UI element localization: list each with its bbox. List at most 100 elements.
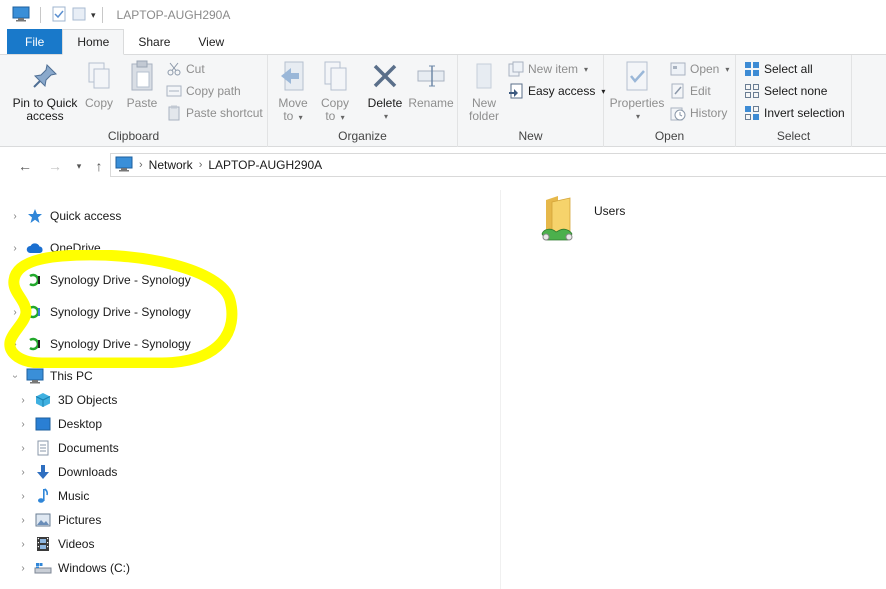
expand-chevron-icon[interactable]: › [18,419,28,430]
nav-item-3d-objects[interactable]: › 3D Objects [18,390,117,410]
new-item-label: New item [528,62,579,76]
breadcrumb-chevron-icon[interactable]: › [139,159,143,171]
copy-path-button[interactable]: Copy path [166,81,241,101]
expand-chevron-icon[interactable]: › [18,443,28,454]
tab-file[interactable]: File [7,29,63,54]
nav-label: Windows (C:) [58,561,131,575]
edit-button[interactable]: Edit [670,81,711,101]
cube-icon [34,392,52,408]
nav-item-pictures[interactable]: › Pictures [18,510,101,530]
new-item-button[interactable]: New item ▾ [508,59,588,79]
paste-button[interactable]: Paste [124,59,160,110]
nav-item-onedrive[interactable]: › OneDrive [10,238,101,258]
copy-button[interactable]: Copy [82,59,116,110]
forward-arrow-icon[interactable]: → [44,155,66,177]
ribbon-tabs: File Home Share View [0,29,886,55]
select-all-button[interactable]: Select all [744,59,813,79]
properties-icon[interactable] [51,6,67,25]
easy-access-icon [508,83,524,99]
expand-chevron-icon[interactable]: › [10,275,20,286]
expand-chevron-icon[interactable]: › [10,307,20,318]
invert-selection-button[interactable]: Invert selection [744,103,845,123]
copy-to-icon [319,59,351,93]
easy-access-button[interactable]: Easy access ▾ [508,81,605,101]
nav-item-documents[interactable]: › Documents [18,438,119,458]
tab-view[interactable]: View [184,29,238,54]
new-item-icon [508,61,524,77]
up-arrow-icon[interactable]: ↑ [88,155,110,177]
breadcrumb-network[interactable]: Network [149,158,193,172]
expand-chevron-icon[interactable]: › [18,467,28,478]
nav-label: Pictures [58,513,102,527]
expand-chevron-icon[interactable]: › [18,563,28,574]
delete-dropdown-icon[interactable]: ▾ [384,110,388,123]
paste-label: Paste [126,96,158,110]
nav-item-synology-drive-3[interactable]: › Synology Drive - Synology [10,334,191,354]
open-button[interactable]: Open ▾ [670,59,729,79]
select-group: Select all Select none Invert selection … [736,55,852,147]
copy-to-button[interactable]: Copy to ▾ [318,59,352,124]
pin-label-line2: access [26,109,64,123]
breadcrumb-chevron-icon[interactable]: › [199,159,203,171]
tab-home[interactable]: Home [62,29,125,55]
nav-label: 3D Objects [58,393,118,407]
expand-chevron-icon[interactable]: › [18,491,28,502]
nav-label: Synology Drive - Synology [50,337,191,351]
select-none-button[interactable]: Select none [744,81,827,101]
expand-chevron-icon[interactable]: › [18,515,28,526]
cut-button[interactable]: Cut [166,59,205,79]
recent-locations-chevron-icon[interactable]: ▾ [68,155,90,177]
rename-button[interactable]: Rename [408,59,454,110]
expand-chevron-icon[interactable]: › [10,243,20,254]
expand-chevron-icon[interactable]: › [18,395,28,406]
paste-icon [126,59,158,93]
nav-item-music[interactable]: › Music [18,486,89,506]
history-button[interactable]: History [670,103,727,123]
ribbon: Pin to Quick access Copy Paste Cut Copy … [0,55,886,147]
computer-icon[interactable] [12,6,30,25]
nav-label: Documents [58,441,119,455]
breadcrumb-computer[interactable]: LAPTOP-AUGH290A [208,158,322,172]
open-icon [670,61,686,77]
nav-item-synology-drive-1[interactable]: › Synology Drive - Synology [10,270,190,290]
back-arrow-icon[interactable]: ← [14,155,36,177]
expand-chevron-icon[interactable]: › [10,211,20,222]
nav-item-videos[interactable]: › Videos [18,534,94,554]
expand-chevron-icon[interactable]: › [10,339,20,350]
cloud-icon [26,240,44,256]
rename-label: Rename [408,96,454,110]
customize-toolbar-chevron-icon[interactable]: ▾ [91,10,96,21]
move-to-icon [277,59,309,93]
pane-divider[interactable] [500,190,501,589]
content-item-users[interactable]: Users [538,194,625,245]
new-folder-icon[interactable] [71,6,87,25]
pin-to-quick-access-button[interactable]: Pin to Quick access [10,59,80,123]
expand-chevron-icon[interactable]: › [18,539,28,550]
move-to-button[interactable]: Move to ▾ [276,59,310,124]
clipboard-group: Pin to Quick access Copy Paste Cut Copy … [0,55,268,147]
nav-item-downloads[interactable]: › Downloads [18,462,117,482]
nav-item-synology-drive-2[interactable]: › Synology Drive - Synology [10,302,190,322]
paste-shortcut-label: Paste shortcut [186,106,263,120]
new-folder-big-icon [468,59,500,93]
tab-share[interactable]: Share [124,29,184,54]
nav-item-quick-access[interactable]: › Quick access [10,206,121,226]
select-none-icon [744,83,760,99]
nav-label: Videos [58,537,95,551]
organize-group-label: Organize [338,129,387,143]
nav-label: OneDrive [50,241,101,255]
collapse-chevron-icon[interactable]: › [10,371,21,381]
delete-button[interactable]: Delete ▾ [366,59,404,123]
nav-item-windows-c[interactable]: › Windows (C:) [18,558,130,578]
address-bar[interactable]: › Network › LAPTOP-AUGH290A [110,153,886,177]
new-group-label: New [518,129,543,143]
properties-button[interactable]: Properties ▾ [608,59,666,123]
new-group: New folder New item ▾ Easy access ▾ New [458,55,605,147]
new-folder-button[interactable]: New folder [464,59,504,123]
nav-item-this-pc[interactable]: › This PC [10,366,93,386]
nav-label: This PC [50,369,93,383]
paste-shortcut-button[interactable]: Paste shortcut [166,103,263,123]
select-all-icon [744,61,760,77]
film-strip-icon [34,536,52,552]
nav-item-desktop[interactable]: › Desktop [18,414,102,434]
